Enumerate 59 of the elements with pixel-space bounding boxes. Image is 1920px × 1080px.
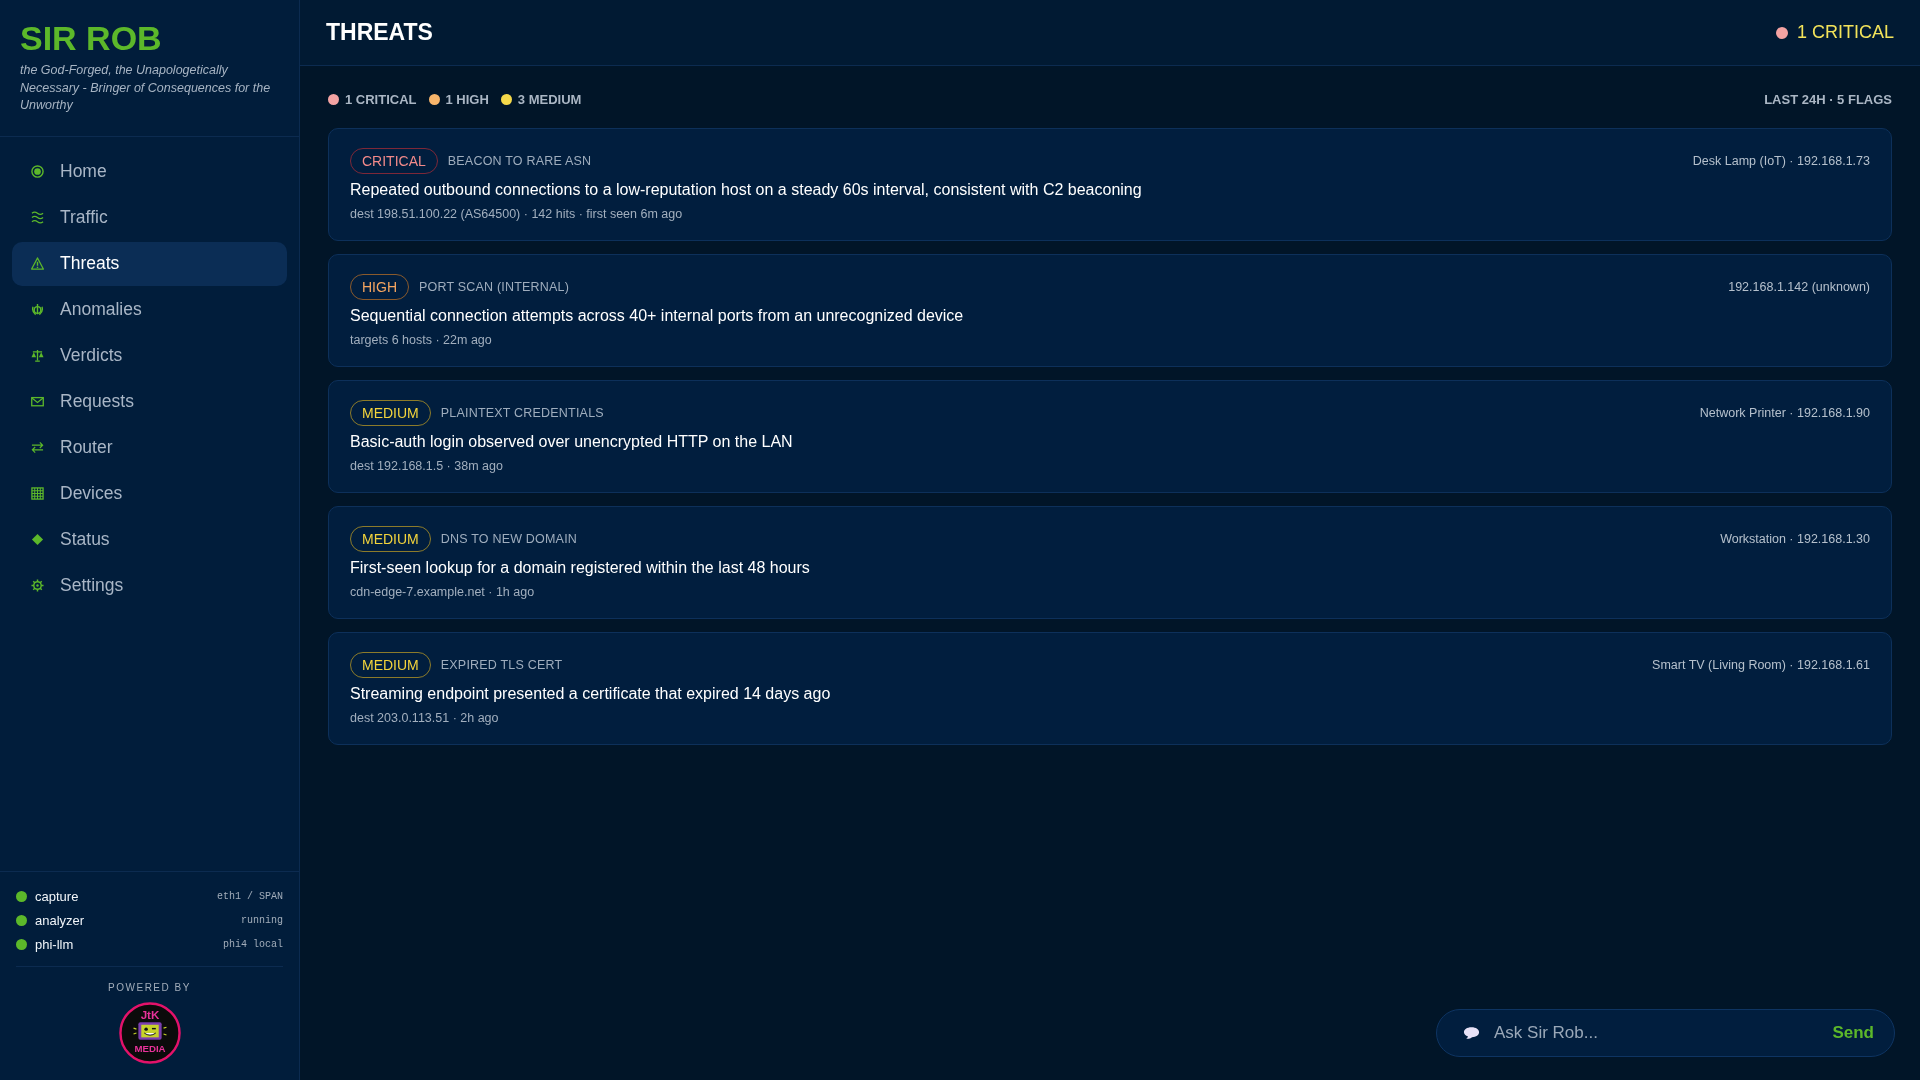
bullseye-icon <box>31 165 44 178</box>
nav-item[interactable]: Threats <box>12 241 287 286</box>
service-name: analyzer <box>35 912 86 928</box>
threat-title: Sequential connection attempts across 40+ internal ports from an unrecognized device <box>350 306 965 326</box>
threat-title: First-seen lookup for a domain registered within the last 48 hours <box>350 558 811 578</box>
threat-category: DNS TO NEW DOMAIN <box>440 532 578 546</box>
service-detail: running <box>241 914 283 926</box>
service-name: capture <box>35 888 80 904</box>
threat-category: BEACON TO RARE ASN <box>447 154 592 168</box>
emblem-icon <box>31 303 44 316</box>
waves-icon <box>31 211 44 224</box>
time-range-label: LAST 24H · 5 FLAGS <box>1764 91 1892 107</box>
device-label: 192.168.1.142 (unknown) <box>1728 280 1870 294</box>
threat-meta: dest 198.51.100.22 (AS64500) · 142 hits · first seen 6m ago <box>350 206 684 223</box>
nav-item[interactable]: Traffic <box>12 195 287 240</box>
threat-title: Basic-auth login observed over unencrypted HTTP on the LAN <box>350 432 794 452</box>
severity-count: 3 MEDIUM <box>517 91 582 107</box>
threat-meta: dest 192.168.1.5 · 38m ago <box>350 458 504 475</box>
device-label: Desk Lamp (IoT) · 192.168.1.73 <box>1692 154 1870 168</box>
device-label: Network Printer · 192.168.1.90 <box>1699 406 1870 420</box>
nav-item[interactable]: Anomalies <box>12 287 287 332</box>
threat-meta: targets 6 hosts · 22m ago <box>350 332 493 349</box>
threat-category: PORT SCAN (INTERNAL) <box>419 280 570 294</box>
chat-input-field[interactable]: Ask Sir Rob... Send <box>1436 1009 1895 1057</box>
threat-meta: cdn-edge-7.example.net · 1h ago <box>350 584 536 601</box>
service-name: phi-llm <box>35 936 75 952</box>
threat-category: PLAINTEXT CREDENTIALS <box>440 406 604 420</box>
nav-item[interactable]: Devices <box>12 471 287 516</box>
alert-count: 1 CRITICAL <box>1796 22 1894 43</box>
warning-icon <box>31 257 44 270</box>
nav-item[interactable]: Verdicts <box>12 333 287 378</box>
nav-item[interactable]: Home <box>12 149 287 194</box>
page-title: THREATS <box>326 19 433 46</box>
grid-icon <box>31 487 44 500</box>
diamond-icon <box>31 533 44 546</box>
swap-arrows-icon <box>31 441 44 454</box>
threat-title: Repeated outbound connections to a low-reputation host on a steady 60s interval, consistent with C2 beaconing <box>350 180 1143 200</box>
nav-item[interactable]: Requests <box>12 379 287 424</box>
scales-icon <box>31 349 44 362</box>
brand-tagline: the God-Forged, the Unapologetically Necessary - Bringer of Consequences for the Unworthy <box>20 62 272 114</box>
service-detail: eth1 / SPAN <box>217 890 283 902</box>
mail-icon <box>31 395 44 408</box>
threat-category: EXPIRED TLS CERT <box>440 658 563 672</box>
severity-count: 1 HIGH <box>445 91 489 107</box>
threat-title: Streaming endpoint presented a certificate that expired 14 days ago <box>350 684 832 704</box>
speech-bubble-icon <box>1463 1026 1480 1040</box>
service-detail: phi4 local <box>223 938 283 950</box>
nav-item[interactable]: Settings <box>12 563 287 608</box>
severity-count: 1 CRITICAL <box>345 91 417 107</box>
brand-title: SIR ROB <box>20 18 163 59</box>
threat-meta: dest 203.0.113.51 · 2h ago <box>350 710 500 727</box>
device-label: Workstation · 192.168.1.30 <box>1720 532 1870 546</box>
powered-by-label: POWERED BY <box>108 981 191 995</box>
nav-item[interactable]: Status <box>12 517 287 562</box>
gear-icon <box>31 579 44 592</box>
media-logo: JtK MEDIA <box>118 1002 181 1064</box>
send-button[interactable]: Send <box>1832 1023 1874 1043</box>
device-label: Smart TV (Living Room) · 192.168.1.61 <box>1652 658 1870 672</box>
nav-item[interactable]: Router <box>12 425 287 470</box>
